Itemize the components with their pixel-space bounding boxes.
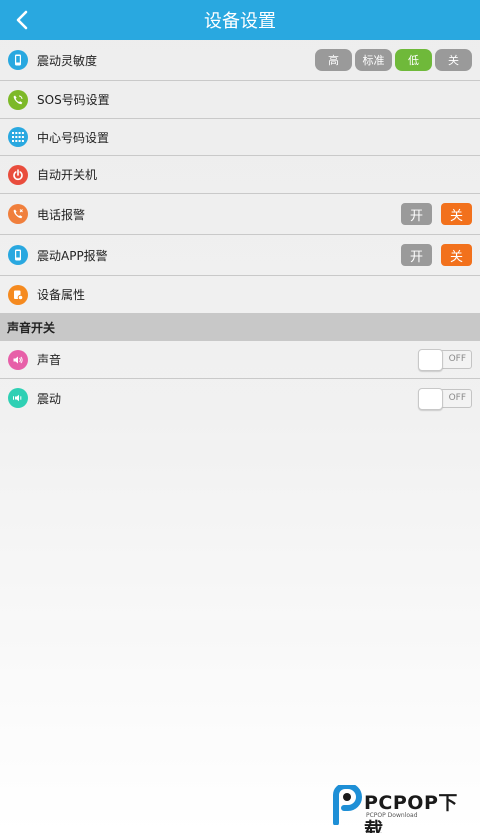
sound-section-header: 声音开关	[0, 313, 480, 341]
vibrate-icon	[8, 388, 28, 408]
toggle-state-text: OFF	[448, 392, 466, 403]
phone-alarm-off-button[interactable]: 关	[441, 203, 472, 225]
toggle-knob	[418, 349, 443, 371]
toggle-state-text: OFF	[448, 354, 466, 364]
sound-toggle-wrap: OFF	[418, 341, 472, 378]
watermark-logo: PCPOP下载 PCPOP Download	[330, 785, 475, 833]
speaker-icon	[8, 349, 28, 370]
phone-alarm-icon	[8, 204, 28, 224]
row-vibrate: 震动 OFF	[0, 379, 480, 417]
top-bar: 设备设置	[0, 0, 480, 40]
auto-power-label: 自动开关机	[37, 168, 98, 182]
watermark-sub: PCPOP Download	[366, 812, 418, 819]
back-button[interactable]	[6, 0, 38, 40]
app-alarm-on-button[interactable]: 开	[401, 244, 432, 266]
sensitivity-options: 高 标准 低 关	[315, 40, 472, 80]
sensitivity-off-button[interactable]: 关	[435, 49, 472, 71]
phone-alarm-options: 开 关	[401, 194, 472, 234]
row-device-properties[interactable]: 设备属性	[0, 276, 480, 313]
row-center-number[interactable]: 中心号码设置	[0, 119, 480, 156]
phone-icon	[8, 245, 28, 265]
vibrate-label: 震动	[37, 391, 62, 406]
vibrate-toggle-wrap: OFF	[418, 379, 472, 417]
phone-icon	[8, 50, 28, 70]
phone-alarm-on-button[interactable]: 开	[401, 203, 432, 225]
sensitivity-standard-button[interactable]: 标准	[355, 49, 392, 71]
sos-label: SOS号码设置	[37, 93, 110, 107]
device-properties-label: 设备属性	[37, 288, 86, 302]
app-alarm-off-button[interactable]: 关	[441, 244, 472, 266]
sensitivity-low-button[interactable]: 低	[395, 49, 432, 71]
dialpad-icon	[8, 127, 28, 147]
settings-doc-icon	[8, 284, 28, 305]
row-auto-power[interactable]: 自动开关机	[0, 156, 480, 194]
center-number-label: 中心号码设置	[37, 130, 110, 145]
sound-toggle[interactable]: OFF	[418, 349, 472, 371]
sensitivity-label: 震动灵敏度	[37, 53, 98, 68]
page-title: 设备设置	[204, 11, 276, 32]
row-phone-alarm: 电话报警 开 关	[0, 194, 480, 235]
pcpop-logo-icon	[333, 785, 362, 825]
row-sos[interactable]: SOS号码设置	[0, 81, 480, 119]
sound-label: 声音	[37, 353, 62, 367]
app-alarm-label: 震动APP报警	[37, 248, 108, 263]
row-app-alarm: 震动APP报警 开 关	[0, 235, 480, 276]
phone-alarm-label: 电话报警	[37, 207, 86, 222]
toggle-knob	[418, 387, 443, 410]
vibrate-toggle[interactable]: OFF	[418, 387, 472, 410]
row-sound: 声音 OFF	[0, 341, 480, 379]
row-sensitivity: 震动灵敏度 高 标准 低 关	[0, 40, 480, 81]
power-icon	[8, 164, 28, 185]
watermark-brand: PCPOP下载	[364, 792, 458, 833]
phone-call-icon	[8, 89, 28, 110]
app-alarm-options: 开 关	[401, 235, 472, 275]
chevron-left-icon	[16, 10, 28, 30]
sensitivity-high-button[interactable]: 高	[315, 49, 352, 71]
